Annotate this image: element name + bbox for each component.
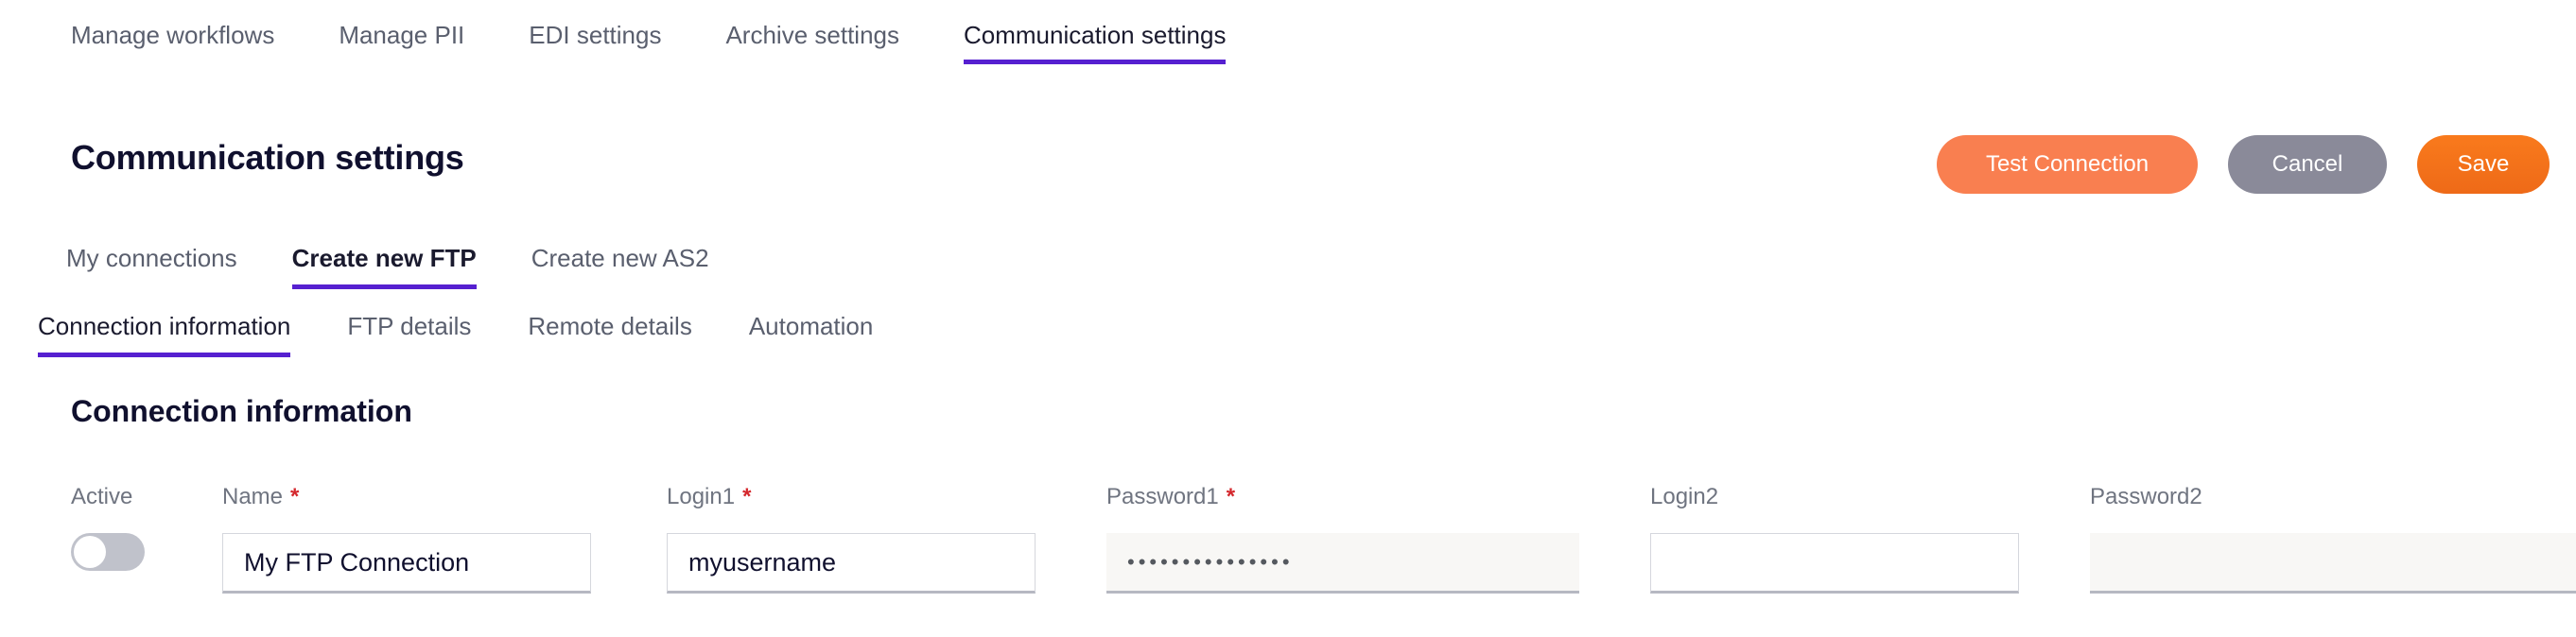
field-password1: Password1 * ••••••••••••••• <box>1106 484 1579 594</box>
thirdtab-ftp-details[interactable]: FTP details <box>347 312 471 357</box>
toggle-knob <box>74 536 106 568</box>
field-label-login1: Login1 * <box>667 484 752 509</box>
secondary-tab-bar: My connections Create new FTP Create new… <box>66 244 764 289</box>
required-asterisk: * <box>290 484 300 509</box>
name-input[interactable]: My FTP Connection <box>222 533 591 594</box>
section-heading: Connection information <box>71 394 412 428</box>
login1-input[interactable]: myusername <box>667 533 1036 594</box>
field-label-password2: Password2 <box>2090 484 2202 509</box>
action-button-group: Test Connection Cancel Save <box>1937 135 2550 194</box>
password2-input[interactable] <box>2090 533 2576 594</box>
subtab-create-new-as2[interactable]: Create new AS2 <box>531 244 709 289</box>
thirdtab-automation[interactable]: Automation <box>749 312 874 357</box>
login2-input[interactable] <box>1650 533 2019 594</box>
field-login2: Login2 <box>1650 484 2019 594</box>
subtab-create-new-ftp[interactable]: Create new FTP <box>291 244 477 289</box>
required-asterisk: * <box>742 484 752 509</box>
field-label-name: Name * <box>222 484 300 509</box>
subtab-label: My connections <box>66 244 237 272</box>
page-title: Communication settings <box>71 138 464 177</box>
cancel-button[interactable]: Cancel <box>2228 135 2387 194</box>
tab-label: Communication settings <box>964 21 1227 49</box>
required-asterisk: * <box>1226 484 1236 509</box>
tab-archive-settings[interactable]: Archive settings <box>725 21 931 64</box>
password-mask: ••••••••••••••• <box>1127 549 1294 574</box>
tab-label: Manage workflows <box>71 21 275 49</box>
password1-input[interactable]: ••••••••••••••• <box>1106 533 1579 594</box>
field-active: Active <box>71 484 145 571</box>
test-connection-button[interactable]: Test Connection <box>1937 135 2198 194</box>
primary-tab-bar: Manage workflows Manage PII EDI settings… <box>71 21 1258 64</box>
field-login1: Login1 * myusername <box>667 484 1036 594</box>
tab-manage-workflows[interactable]: Manage workflows <box>71 21 306 64</box>
field-password2: Password2 <box>2090 484 2576 594</box>
thirdtab-label: Remote details <box>528 312 692 340</box>
communication-settings-page: Manage workflows Manage PII EDI settings… <box>0 0 2576 637</box>
tab-manage-pii[interactable]: Manage PII <box>339 21 496 64</box>
subtab-label: Create new AS2 <box>531 244 709 272</box>
connection-information-form: Active Name * My FTP Connection Login1 * m… <box>0 484 2576 637</box>
active-toggle-switch[interactable] <box>71 533 145 571</box>
tertiary-tab-bar: Connection information FTP details Remot… <box>38 312 930 357</box>
subtab-label: Create new FTP <box>291 244 477 272</box>
tab-label: Archive settings <box>725 21 899 49</box>
field-label-active: Active <box>71 484 133 509</box>
thirdtab-label: Automation <box>748 312 874 340</box>
save-button[interactable]: Save <box>2417 135 2550 194</box>
tab-label: Manage PII <box>339 21 465 49</box>
tab-communication-settings[interactable]: Communication settings <box>964 21 1258 64</box>
field-label-login2: Login2 <box>1650 484 1719 509</box>
thirdtab-remote-details[interactable]: Remote details <box>528 312 691 357</box>
field-label-password1: Password1 * <box>1106 484 1236 509</box>
thirdtab-label: FTP details <box>347 312 472 340</box>
tab-label: EDI settings <box>529 21 662 49</box>
subtab-my-connections[interactable]: My connections <box>66 244 237 289</box>
field-name: Name * My FTP Connection <box>222 484 591 594</box>
thirdtab-connection-information[interactable]: Connection information <box>38 312 291 357</box>
thirdtab-label: Connection information <box>38 312 291 340</box>
tab-edi-settings[interactable]: EDI settings <box>529 21 693 64</box>
